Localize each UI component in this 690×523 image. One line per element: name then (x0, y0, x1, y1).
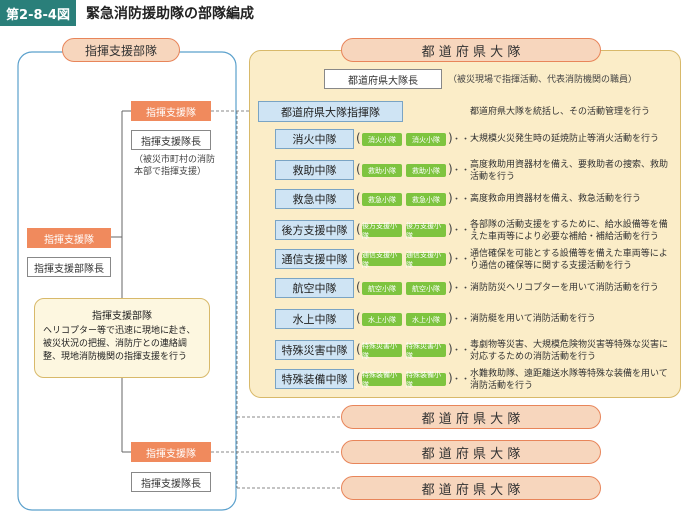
company-name: 特殊装備中隊 (275, 369, 354, 389)
command-support-leader-1: 指揮支援隊長 (131, 130, 211, 150)
command-unit-leader: 指揮支援部隊長 (27, 257, 111, 277)
company-description: 消防防災ヘリコプターを用いて消防活動を行う (470, 283, 659, 293)
prefecture-unit-3: 都 道 府 県 大 隊 (341, 440, 601, 464)
platoon-badge: 特殊災害小隊 (362, 342, 402, 360)
company-description: 毒劇物等災害、大規模危険物災害等特殊な災害に対応するための消防活動を行う (470, 340, 669, 362)
company-description: 高度救助用資器材を備え、要救助者の捜索、救助活動を行う (470, 160, 669, 182)
platoon-badge: 通信支援小隊 (406, 251, 446, 269)
company-description: 各部隊の活動支援をするために、給水設備等を備えた車両等により必要な補給・補給活動… (470, 220, 668, 242)
platoon-badge: 特殊装備小隊 (362, 371, 402, 389)
prefecture-command-team: 都道府県大隊指揮隊 (258, 101, 403, 122)
platoon-badge: 救助小隊 (362, 164, 402, 177)
platoon-badge: 水上小隊 (362, 313, 402, 326)
command-support-leader-3: 指揮支援隊長 (131, 472, 211, 492)
paren-open: ( (356, 280, 361, 294)
paren-open: ( (356, 222, 361, 236)
prefecture-unit-header: 都 道 府 県 大 隊 (341, 38, 601, 62)
prefecture-unit-2: 都 道 府 県 大 隊 (341, 405, 601, 429)
command-unit-description-box: 指揮支援部隊 ヘリコプター等で迅速に現地に赴き、被災状況の把握、消防庁との連絡調… (34, 298, 210, 378)
paren-open: ( (356, 191, 361, 205)
platoon-badge: 特殊災害小隊 (406, 342, 446, 360)
company-name: 通信支援中隊 (275, 249, 354, 269)
paren-open: ( (356, 162, 361, 176)
description-title: 指揮支援部隊 (92, 311, 152, 322)
command-support-team-3: 指揮支援隊 (131, 442, 211, 462)
platoon-badge: 救急小隊 (406, 193, 446, 206)
paren-open: ( (356, 371, 361, 385)
prefecture-unit-leader: 都道府県大隊長 (324, 69, 442, 89)
command-support-team-2: 指揮支援隊 (27, 228, 111, 248)
company-name: 救助中隊 (275, 160, 354, 180)
platoon-badge: 水上小隊 (406, 313, 446, 326)
company-name: 救急中隊 (275, 189, 354, 209)
platoon-badge: 救助小隊 (406, 164, 446, 177)
platoon-badge: 通信支援小隊 (362, 251, 402, 269)
paren-open: ( (356, 311, 361, 325)
prefecture-unit-leader-note: （被災現場で指揮活動、代表消防機関の職員） (448, 75, 638, 85)
company-name: 特殊災害中隊 (275, 340, 354, 360)
platoon-badge: 特殊装備小隊 (406, 371, 446, 389)
company-name: 消火中隊 (275, 129, 354, 149)
platoon-badge: 救急小隊 (362, 193, 402, 206)
command-unit-header: 指揮支援部隊 (62, 38, 180, 62)
description-text: ヘリコプター等で迅速に現地に赴き、被災状況の把握、消防庁との連絡調整、現地消防機… (43, 326, 196, 362)
platoon-badge: 後方支援小隊 (406, 222, 446, 240)
prefecture-unit-4: 都 道 府 県 大 隊 (341, 476, 601, 500)
command-support-leader-1-note: （被災市町村の消防本部で指揮支援） (134, 155, 216, 177)
paren-open: ( (356, 251, 361, 265)
paren-open: ( (356, 342, 361, 356)
platoon-badge: 後方支援小隊 (362, 222, 402, 240)
company-name: 後方支援中隊 (275, 220, 354, 240)
company-description: 高度救命用資器材を備え、救急活動を行う (470, 194, 642, 204)
company-description: 通信確保を可能とする設備等を備えた車両等により通信の確保等に関する支援活動を行う (470, 249, 668, 271)
prefecture-command-team-desc: 都道府県大隊を統括し、その活動管理を行う (470, 107, 651, 117)
command-support-team-1: 指揮支援隊 (131, 101, 211, 121)
company-description: 水難救助隊、遠距離送水隊等特殊な装備を用いて消防活動を行う (470, 369, 668, 391)
company-name: 航空中隊 (275, 278, 354, 298)
platoon-badge: 消火小隊 (362, 133, 402, 146)
platoon-badge: 航空小隊 (406, 282, 446, 295)
company-name: 水上中隊 (275, 309, 354, 329)
company-description: 消防艇を用いて消防活動を行う (470, 314, 596, 324)
platoon-badge: 消火小隊 (406, 133, 446, 146)
paren-open: ( (356, 131, 361, 145)
company-description: 大規模火災発生時の延焼防止等消火活動を行う (470, 134, 660, 144)
platoon-badge: 航空小隊 (362, 282, 402, 295)
